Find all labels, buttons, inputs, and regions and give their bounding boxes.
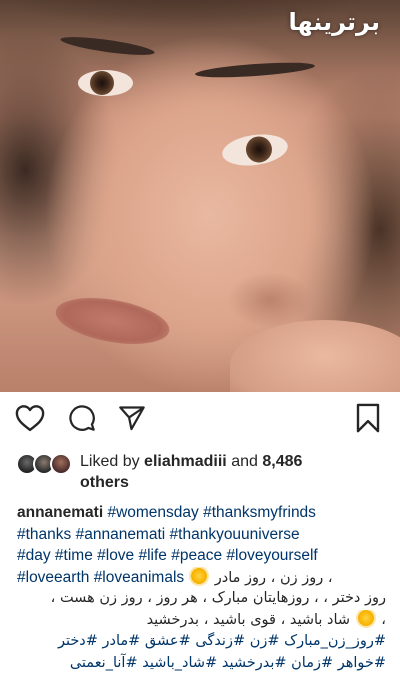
likes-middle: and [226, 453, 263, 470]
likes-others-link[interactable]: others [80, 474, 129, 491]
sun-emoji-icon [357, 609, 374, 626]
bookmark-icon[interactable] [352, 402, 384, 434]
likes-count-link[interactable]: 8,486 [262, 453, 302, 470]
caption-persian-text: ، [376, 611, 386, 628]
hashtag-group[interactable]: #womensday #thanksmyfrinds [103, 504, 316, 521]
caption-persian-text: روز زن ، روز مادر ، [214, 569, 333, 586]
photo-eye-right [220, 130, 290, 170]
caption-persian-text: شاد باشید ، قوی باشید ، بدرخشید [146, 611, 355, 628]
caption-persian-line: ، شاد باشید ، قوی باشید ، بدرخشید [17, 609, 392, 632]
avatar [50, 453, 72, 475]
photo-hand [230, 320, 400, 392]
caption-username-link[interactable]: annanemati [17, 504, 103, 521]
post-action-bar [0, 400, 400, 438]
caption-line: #day #time #love #life #peace #loveyours… [17, 545, 392, 567]
caption-line: #loveearth #loveanimals روز زن ، روز ماد… [17, 567, 392, 589]
hashtag-group[interactable]: #loveearth #loveanimals [17, 569, 184, 586]
likes-prefix: Liked by [80, 453, 145, 470]
photo-lips [52, 290, 173, 352]
comment-bubble-icon[interactable] [66, 402, 98, 434]
photo-eyebrow-right [194, 59, 316, 81]
post-caption: annanemati #womensday #thanksmyfrinds #t… [17, 502, 392, 674]
photo-eye-left [78, 70, 133, 96]
persian-hashtags[interactable]: #خواهر #زمان #بدرخشید #شاد_باشید #آنا_نع… [17, 653, 392, 675]
post-photo[interactable]: برترینها [0, 0, 400, 392]
sun-emoji-icon [191, 567, 208, 584]
hashtag-group[interactable]: #day #time #love #life #peace #loveyours… [17, 547, 318, 564]
liker-avatars[interactable] [16, 453, 74, 475]
paper-plane-icon[interactable] [116, 402, 148, 434]
liker-username-link[interactable]: eliahmadiii [144, 453, 227, 470]
caption-persian-line: روز دختر ، ، روزهایتان مبارک ، هر روز ، … [50, 590, 386, 606]
persian-hashtags[interactable]: #روز_زن_مبارک #زن #زندگی #عشق #مادر #دخت… [17, 631, 392, 653]
heart-icon[interactable] [14, 402, 46, 434]
caption-line: #thanks #annanemati #thankyouuniverse [17, 524, 392, 546]
likes-summary: Liked by eliahmadiii and 8,486 others [80, 451, 390, 493]
watermark-logo: برترینها [288, 8, 380, 36]
hashtag-group[interactable]: #thanks #annanemati #thankyouuniverse [17, 526, 300, 543]
caption-line: annanemati #womensday #thanksmyfrinds [17, 502, 392, 524]
